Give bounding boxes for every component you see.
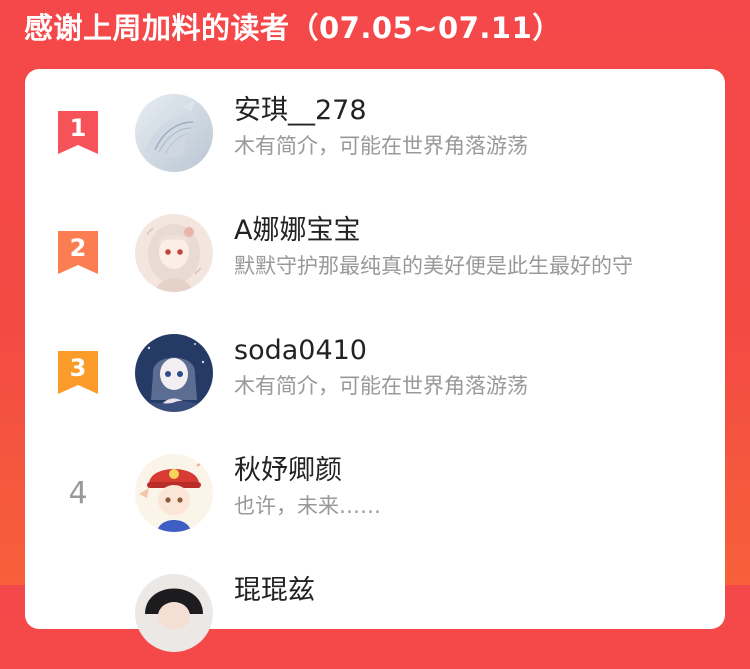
rank-badge-3: 3 bbox=[58, 351, 98, 394]
avatar[interactable] bbox=[135, 574, 213, 652]
avatar[interactable] bbox=[135, 94, 213, 172]
reader-row-3[interactable]: 3 soda0410 木有简介，可能在世界角落游荡 bbox=[25, 309, 725, 429]
reader-row-2[interactable]: 2 A娜娜宝宝 默默守护那最纯真的美好便是此生最好的守 bbox=[25, 189, 725, 309]
reader-bio: 木有简介，可能在世界角落游荡 bbox=[234, 374, 528, 398]
rank-number: 2 bbox=[69, 234, 87, 262]
page-title: 感谢上周加料的读者（07.05~07.11） bbox=[24, 11, 562, 45]
reader-row-1[interactable]: 1 安琪__278 木有简介，可能在世界角落游荡 bbox=[25, 69, 725, 189]
rank-badge-1: 1 bbox=[58, 111, 98, 154]
reader-username: 安琪__278 bbox=[234, 95, 367, 126]
rank-number: 4 bbox=[68, 476, 88, 511]
reader-bio: 默默守护那最纯真的美好便是此生最好的守 bbox=[234, 254, 633, 278]
reader-list-card: 1 安琪__278 木有简介，可能在世界角落游荡 2 A娜娜宝宝 默默守护那最纯… bbox=[25, 69, 725, 652]
reader-row-4[interactable]: 4 秋妤卿颜 也许，未来…… bbox=[25, 429, 725, 549]
rank-badge-2: 2 bbox=[58, 231, 98, 274]
avatar[interactable] bbox=[135, 214, 213, 292]
reader-username: 琨琨兹 bbox=[234, 575, 315, 606]
avatar[interactable] bbox=[135, 334, 213, 412]
reader-row-5[interactable]: 琨琨兹 bbox=[25, 549, 725, 669]
rank-number: 3 bbox=[69, 354, 87, 382]
reader-username: 秋妤卿颜 bbox=[234, 455, 342, 486]
avatar[interactable] bbox=[135, 454, 213, 532]
reader-username: soda0410 bbox=[234, 335, 367, 366]
rank-number: 1 bbox=[69, 114, 87, 142]
reader-bio: 也许，未来…… bbox=[234, 494, 381, 518]
reader-bio: 木有简介，可能在世界角落游荡 bbox=[234, 134, 528, 158]
reader-username: A娜娜宝宝 bbox=[234, 215, 361, 246]
